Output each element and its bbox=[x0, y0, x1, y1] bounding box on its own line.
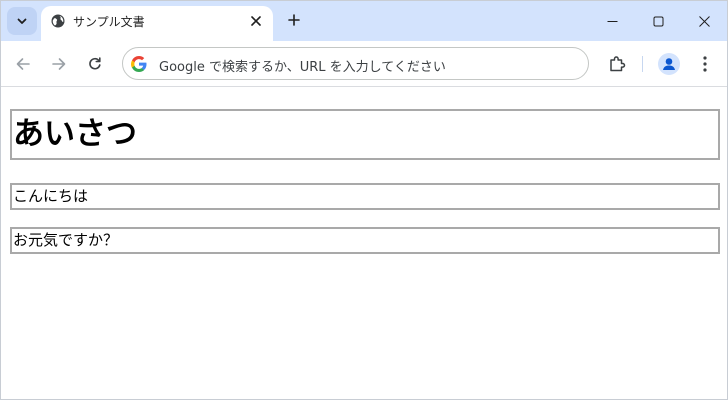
reload-button[interactable] bbox=[81, 50, 109, 78]
toolbar: Google で検索するか、URL を入力してください bbox=[1, 41, 727, 87]
close-window-button[interactable] bbox=[681, 1, 727, 41]
close-icon bbox=[698, 15, 710, 27]
browser-window: サンプル文書 Google で検索するか、URL を入力してください あいさつ … bbox=[0, 0, 728, 400]
minimize-button[interactable] bbox=[589, 1, 635, 41]
extensions-button[interactable] bbox=[603, 50, 631, 78]
tab-strip: サンプル文書 bbox=[1, 1, 727, 41]
profile-icon bbox=[658, 53, 680, 75]
page-heading: あいさつ bbox=[10, 109, 720, 160]
back-button[interactable] bbox=[9, 50, 37, 78]
chevron-down-icon bbox=[17, 18, 27, 24]
google-g-icon bbox=[131, 56, 147, 72]
maximize-icon bbox=[653, 16, 663, 26]
maximize-button[interactable] bbox=[635, 1, 681, 41]
tab-close-button[interactable] bbox=[247, 12, 265, 30]
tab-title: サンプル文書 bbox=[73, 15, 145, 29]
forward-button[interactable] bbox=[45, 50, 73, 78]
arrow-left-icon bbox=[16, 58, 30, 70]
paragraph-question: お元気ですか？ bbox=[10, 227, 720, 254]
new-tab-button[interactable] bbox=[283, 9, 305, 31]
arrow-right-icon bbox=[52, 58, 66, 70]
tab-search-button[interactable] bbox=[7, 7, 37, 35]
close-icon bbox=[251, 16, 261, 26]
globe-icon bbox=[51, 14, 65, 28]
puzzle-icon bbox=[610, 56, 626, 72]
toolbar-separator bbox=[642, 56, 643, 72]
plus-icon bbox=[288, 14, 300, 26]
kebab-menu-icon bbox=[703, 56, 707, 72]
menu-button[interactable] bbox=[691, 50, 719, 78]
reload-icon bbox=[89, 57, 101, 70]
tab-active[interactable]: サンプル文書 bbox=[41, 6, 273, 41]
address-bar-text: Google で検索するか、URL を入力してください bbox=[159, 60, 446, 75]
paragraph-greeting: こんにちは bbox=[10, 183, 720, 210]
page-content: あいさつ こんにちは お元気ですか？ bbox=[1, 88, 727, 399]
profile-button[interactable] bbox=[655, 50, 683, 78]
address-bar[interactable]: Google で検索するか、URL を入力してください bbox=[122, 47, 589, 80]
minimize-icon bbox=[607, 20, 617, 22]
